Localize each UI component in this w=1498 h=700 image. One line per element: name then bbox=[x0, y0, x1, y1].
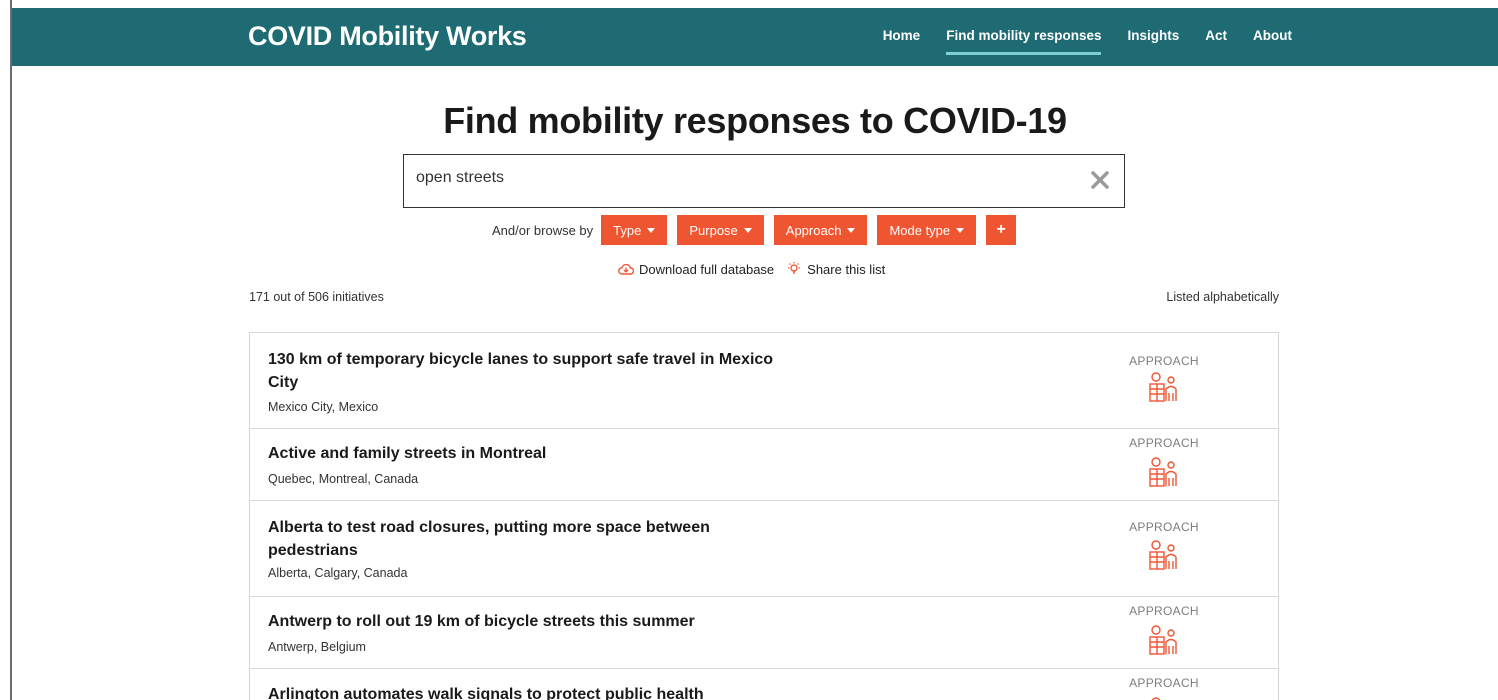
sort-order[interactable]: Listed alphabetically bbox=[1166, 290, 1279, 304]
brand-logo[interactable]: COVID Mobility Works bbox=[248, 21, 527, 52]
filter-approach-button[interactable]: Approach bbox=[773, 215, 868, 245]
list-item[interactable]: Alberta to test road closures, putting m… bbox=[249, 501, 1279, 597]
page-title: Find mobility responses to COVID-19 bbox=[443, 100, 1067, 141]
share-label: Share this list bbox=[807, 261, 886, 277]
approach-icon bbox=[1149, 540, 1177, 570]
nav-about[interactable]: About bbox=[1253, 28, 1292, 55]
caret-down-icon bbox=[647, 227, 656, 233]
main-nav: Home Find mobility responses Insights Ac… bbox=[857, 28, 1292, 55]
item-tag: APPROACH bbox=[1129, 520, 1199, 534]
add-filter-button[interactable]: + bbox=[986, 215, 1017, 245]
caret-down-icon bbox=[743, 227, 752, 233]
approach-icon bbox=[1151, 697, 1161, 700]
list-item[interactable]: Arlington automates walk signals to prot… bbox=[249, 669, 1279, 700]
item-location: Alberta, Calgary, Canada bbox=[268, 566, 408, 580]
item-location: Mexico City, Mexico bbox=[268, 400, 379, 414]
list-actions: Download full database Share this list bbox=[618, 261, 897, 277]
browse-filters: And/or browse by Type Purpose Approach M… bbox=[492, 215, 1017, 245]
item-title[interactable]: Arlington automates walk signals to prot… bbox=[268, 683, 788, 700]
lightbulb-icon bbox=[786, 261, 802, 277]
nav-find-mobility-responses[interactable]: Find mobility responses bbox=[946, 28, 1102, 55]
search-input[interactable] bbox=[416, 169, 1066, 187]
results-count: 171 out of 506 initiatives bbox=[249, 290, 384, 304]
caret-down-icon bbox=[847, 227, 856, 233]
list-item[interactable]: Antwerp to roll out 19 km of bicycle str… bbox=[249, 597, 1279, 669]
filter-mode-type-label: Mode type bbox=[889, 222, 951, 238]
filter-approach-label: Approach bbox=[785, 222, 842, 238]
item-title[interactable]: 130 km of temporary bicycle lanes to sup… bbox=[268, 348, 788, 394]
download-database-link[interactable]: Download full database bbox=[618, 262, 774, 277]
item-tag: APPROACH bbox=[1129, 676, 1199, 690]
item-tag: APPROACH bbox=[1129, 604, 1199, 618]
search-box bbox=[403, 154, 1125, 208]
top-navbar: COVID Mobility Works Home Find mobility … bbox=[12, 8, 1498, 66]
list-item[interactable]: Active and family streets in Montreal Qu… bbox=[249, 429, 1279, 501]
item-title[interactable]: Active and family streets in Montreal bbox=[268, 442, 788, 465]
close-x-icon[interactable] bbox=[1088, 168, 1112, 192]
list-item[interactable]: 130 km of temporary bicycle lanes to sup… bbox=[249, 333, 1279, 429]
item-location: Quebec, Montreal, Canada bbox=[268, 472, 419, 486]
item-title[interactable]: Alberta to test road closures, putting m… bbox=[268, 516, 788, 562]
filter-mode-type-button[interactable]: Mode type bbox=[877, 215, 977, 245]
results-list: 130 km of temporary bicycle lanes to sup… bbox=[249, 332, 1279, 700]
filter-type-label: Type bbox=[613, 222, 642, 238]
nav-act[interactable]: Act bbox=[1205, 28, 1227, 55]
cloud-download-icon bbox=[618, 263, 634, 275]
item-tag: APPROACH bbox=[1129, 354, 1199, 368]
item-tag: APPROACH bbox=[1129, 436, 1199, 450]
item-title[interactable]: Antwerp to roll out 19 km of bicycle str… bbox=[268, 610, 788, 633]
download-label: Download full database bbox=[639, 261, 775, 277]
filter-type-button[interactable]: Type bbox=[601, 215, 668, 245]
browse-label: And/or browse by bbox=[492, 222, 594, 238]
nav-home[interactable]: Home bbox=[883, 28, 921, 55]
approach-icon bbox=[1149, 625, 1177, 655]
approach-icon bbox=[1149, 457, 1177, 487]
nav-insights[interactable]: Insights bbox=[1127, 28, 1179, 55]
caret-down-icon bbox=[956, 227, 965, 233]
approach-icon bbox=[1149, 372, 1177, 402]
filter-purpose-button[interactable]: Purpose bbox=[677, 215, 764, 245]
share-list-link[interactable]: Share this list bbox=[786, 261, 885, 277]
filter-purpose-label: Purpose bbox=[689, 222, 738, 238]
item-location: Antwerp, Belgium bbox=[268, 640, 366, 654]
